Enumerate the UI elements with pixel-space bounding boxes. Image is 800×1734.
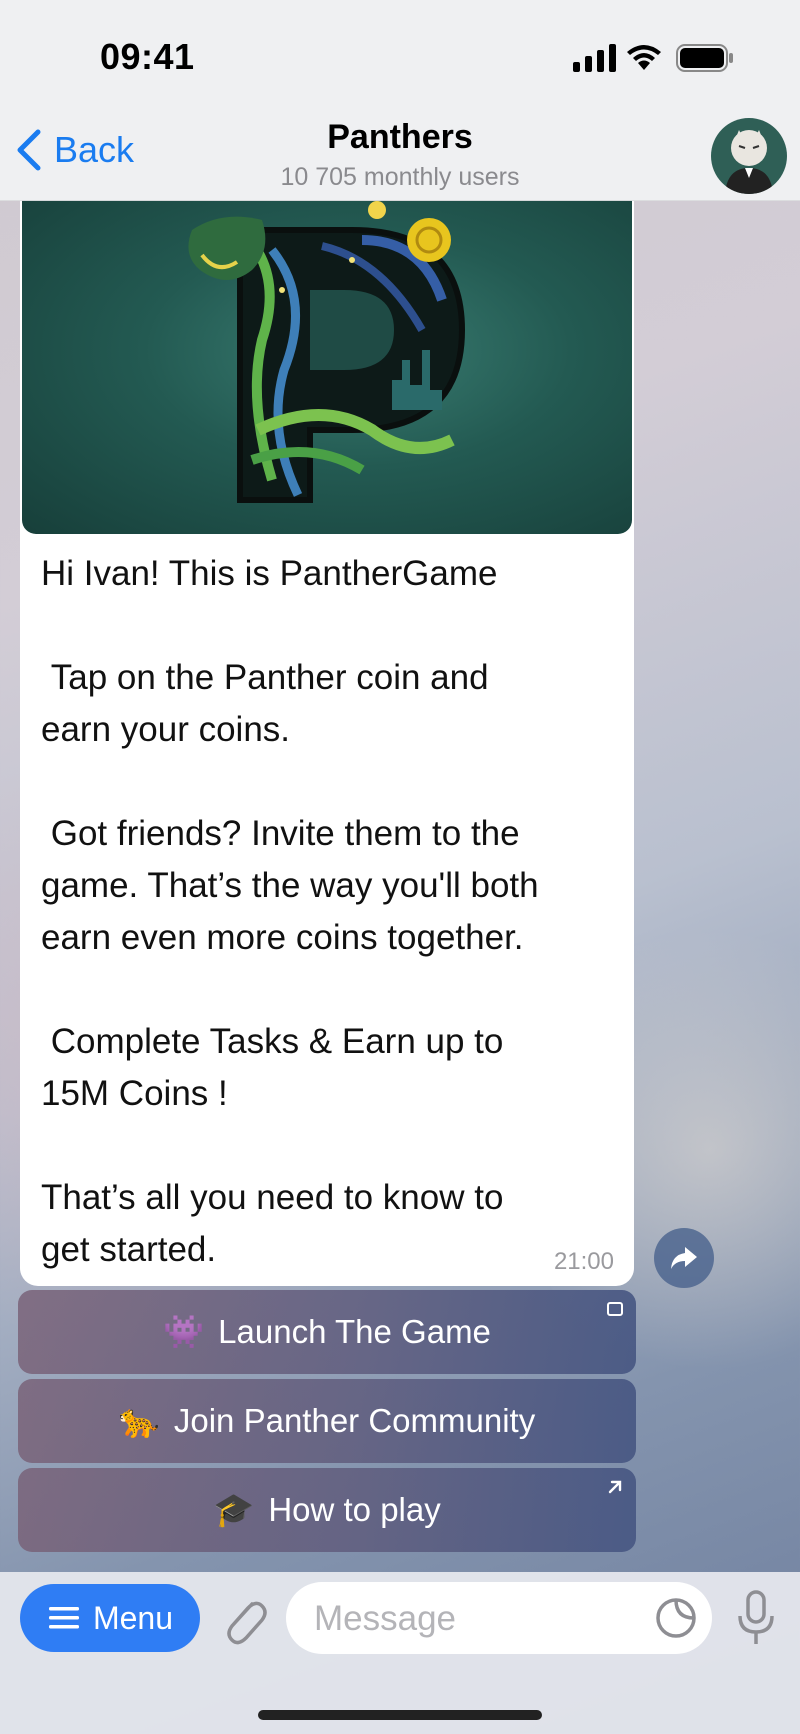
join-community-button[interactable]: 🐆 Join Panther Community	[18, 1379, 636, 1463]
back-label: Back	[54, 129, 135, 170]
sticker-icon[interactable]	[654, 1596, 698, 1640]
chat-subtitle: 10 705 monthly users	[280, 163, 520, 191]
alien-monster-icon: 👾	[163, 1312, 205, 1350]
menu-label: Menu	[92, 1599, 174, 1636]
how-to-play-label: How to play	[268, 1491, 441, 1528]
cellular-signal-icon	[573, 44, 616, 72]
avatar[interactable]	[711, 118, 787, 194]
status-time: 09:41	[100, 36, 195, 77]
join-community-label: Join Panther Community	[173, 1402, 536, 1439]
chevron-left-icon	[17, 129, 41, 171]
external-link-icon	[608, 1480, 622, 1494]
share-button[interactable]	[654, 1228, 714, 1288]
battery-icon	[676, 44, 733, 72]
top-bar: 09:41 Back Panthers 10 705 monthly users	[0, 0, 800, 201]
chat-title: Panthers	[327, 118, 473, 156]
home-indicator	[258, 1710, 542, 1720]
message-timestamp: 21:00	[553, 1248, 614, 1275]
microphone-icon[interactable]	[736, 1588, 776, 1648]
launch-game-label: Launch The Game	[218, 1313, 491, 1350]
input-bar: Menu	[0, 1572, 800, 1734]
message-bubble: Hi Ivan! This is PantherGame Tap on the …	[20, 200, 634, 1286]
menu-button[interactable]: Menu	[20, 1584, 200, 1652]
chat-title-block[interactable]: Panthers 10 705 monthly users	[200, 118, 600, 192]
message-input-container	[286, 1582, 712, 1656]
panther-logo-image	[22, 200, 632, 534]
message-input[interactable]	[312, 1582, 636, 1656]
hamburger-icon	[48, 1607, 79, 1629]
leopard-icon: 🐆	[118, 1401, 160, 1439]
launch-game-button[interactable]: 👾 Launch The Game	[18, 1290, 636, 1374]
paperclip-icon[interactable]	[218, 1590, 268, 1648]
message-text: Hi Ivan! This is PantherGame Tap on the …	[41, 554, 539, 1269]
wifi-icon	[627, 45, 661, 70]
how-to-play-button[interactable]: 🎓 How to play	[18, 1468, 636, 1552]
back-button[interactable]: Back	[14, 128, 134, 172]
graduation-cap-icon: 🎓	[213, 1490, 255, 1528]
share-arrow-icon	[671, 1247, 697, 1269]
webapp-icon	[607, 1302, 623, 1316]
